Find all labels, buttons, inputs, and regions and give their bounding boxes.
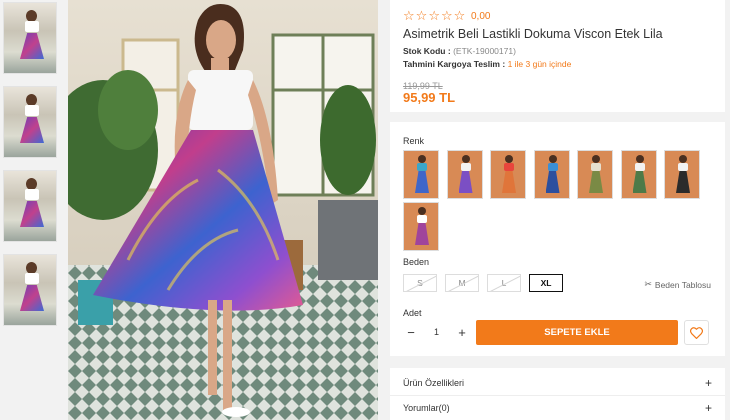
swatch-top: [678, 163, 688, 171]
thumbnail-image[interactable]: [3, 2, 57, 74]
star-icon: ☆: [415, 9, 428, 24]
delivery-estimate: Tahmini Kargoya Teslim : 1 ile 3 gün içi…: [403, 59, 571, 69]
color-swatch[interactable]: [664, 150, 700, 199]
color-swatch[interactable]: [403, 202, 439, 251]
plus-icon: +: [704, 401, 712, 415]
accordion-item-features[interactable]: Ürün Özellikleri +: [390, 371, 725, 395]
swatch-top: [547, 163, 558, 171]
swatch-skirt: [632, 171, 647, 193]
size-option[interactable]: L: [487, 274, 521, 292]
minus-button[interactable]: −: [403, 324, 419, 340]
swatch-skirt: [545, 171, 560, 193]
star-icon: ☆: [453, 9, 466, 24]
size-table-label: Beden Tablosu: [654, 280, 711, 290]
product-title: Asimetrik Beli Lastikli Dokuma Viscon Et…: [403, 27, 663, 41]
color-swatch[interactable]: [533, 150, 570, 199]
star-icon: ☆: [403, 9, 415, 24]
color-swatch[interactable]: [446, 150, 483, 199]
size-options: S M L XL: [403, 274, 563, 292]
swatch-top: [634, 163, 645, 171]
stock-code: Stok Kodu : (ETK-19000171): [403, 46, 516, 56]
quantity-stepper: − 1 +: [403, 320, 470, 344]
swatch-head: [548, 155, 557, 163]
swatch-top: [417, 215, 427, 223]
accordion-label: Yorumlar(0): [403, 403, 450, 413]
swatch-skirt: [415, 223, 429, 245]
product-page: ☆ ☆ ☆ ☆ ☆ 0,00 Asimetrik Beli Lastikli D…: [0, 0, 730, 420]
stock-code-value: (ETK-19000171): [453, 46, 516, 56]
heart-icon: [690, 326, 703, 339]
swatch-top: [460, 163, 471, 171]
swatch-skirt: [415, 171, 429, 193]
plus-icon: +: [704, 376, 712, 390]
product-summary: ☆ ☆ ☆ ☆ ☆ 0,00 Asimetrik Beli Lastikli D…: [390, 0, 725, 112]
rating-value: 0,00: [471, 11, 491, 22]
swatch-head: [592, 155, 600, 163]
accordion-item-reviews[interactable]: Yorumlar(0) +: [390, 396, 725, 420]
swatch-top: [504, 163, 514, 171]
size-option[interactable]: S: [403, 274, 437, 292]
delivery-value: 1 ile 3 gün içinde: [507, 59, 572, 69]
add-to-cart-button[interactable]: SEPETE EKLE: [476, 320, 678, 345]
swatch-head: [418, 155, 426, 163]
color-swatch[interactable]: [620, 150, 657, 199]
scissors-icon: ✂: [644, 280, 652, 290]
swatch-head: [679, 155, 687, 163]
main-product-image[interactable]: [68, 0, 378, 420]
color-swatch[interactable]: [577, 150, 613, 199]
delivery-label: Tahmini Kargoya Teslim :: [403, 59, 506, 69]
thumbnail-image[interactable]: [3, 170, 57, 242]
size-option[interactable]: M: [445, 274, 479, 292]
favorite-button[interactable]: [684, 320, 709, 345]
color-swatch[interactable]: [403, 150, 439, 199]
thumbnail-image[interactable]: [3, 254, 57, 326]
swatch-head: [461, 155, 470, 163]
swatch-skirt: [502, 171, 516, 193]
plus-button[interactable]: +: [454, 324, 470, 340]
current-price: 95,99 TL: [403, 90, 456, 105]
swatch-skirt: [589, 171, 603, 193]
star-icon: ☆: [440, 9, 453, 24]
swatch-top: [591, 163, 601, 171]
swatch-skirt: [458, 171, 473, 193]
size-option[interactable]: XL: [529, 274, 563, 292]
swatch-top: [417, 163, 427, 171]
product-options: Renk Beden S M L XL ✂ Beden Tablosu Adet − …: [390, 122, 725, 356]
swatch-head: [505, 155, 513, 163]
color-label: Renk: [403, 136, 425, 146]
size-label: Beden: [403, 257, 430, 267]
product-accordion: Ürün Özellikleri + Yorumlar(0) +: [390, 368, 725, 420]
rating-stars[interactable]: ☆ ☆ ☆ ☆ ☆: [403, 10, 465, 23]
quantity-value[interactable]: 1: [434, 327, 439, 337]
star-icon: ☆: [428, 9, 440, 24]
qty-label: Adet: [403, 308, 422, 318]
stock-code-label: Stok Kodu :: [403, 46, 451, 56]
swatch-head: [635, 155, 644, 163]
thumbnail-image[interactable]: [3, 86, 57, 158]
accordion-label: Ürün Özellikleri: [403, 378, 465, 388]
swatch-skirt: [676, 171, 690, 193]
size-table-link[interactable]: ✂ Beden Tablosu: [644, 280, 711, 290]
color-swatch[interactable]: [490, 150, 526, 199]
swatch-head: [418, 207, 426, 215]
